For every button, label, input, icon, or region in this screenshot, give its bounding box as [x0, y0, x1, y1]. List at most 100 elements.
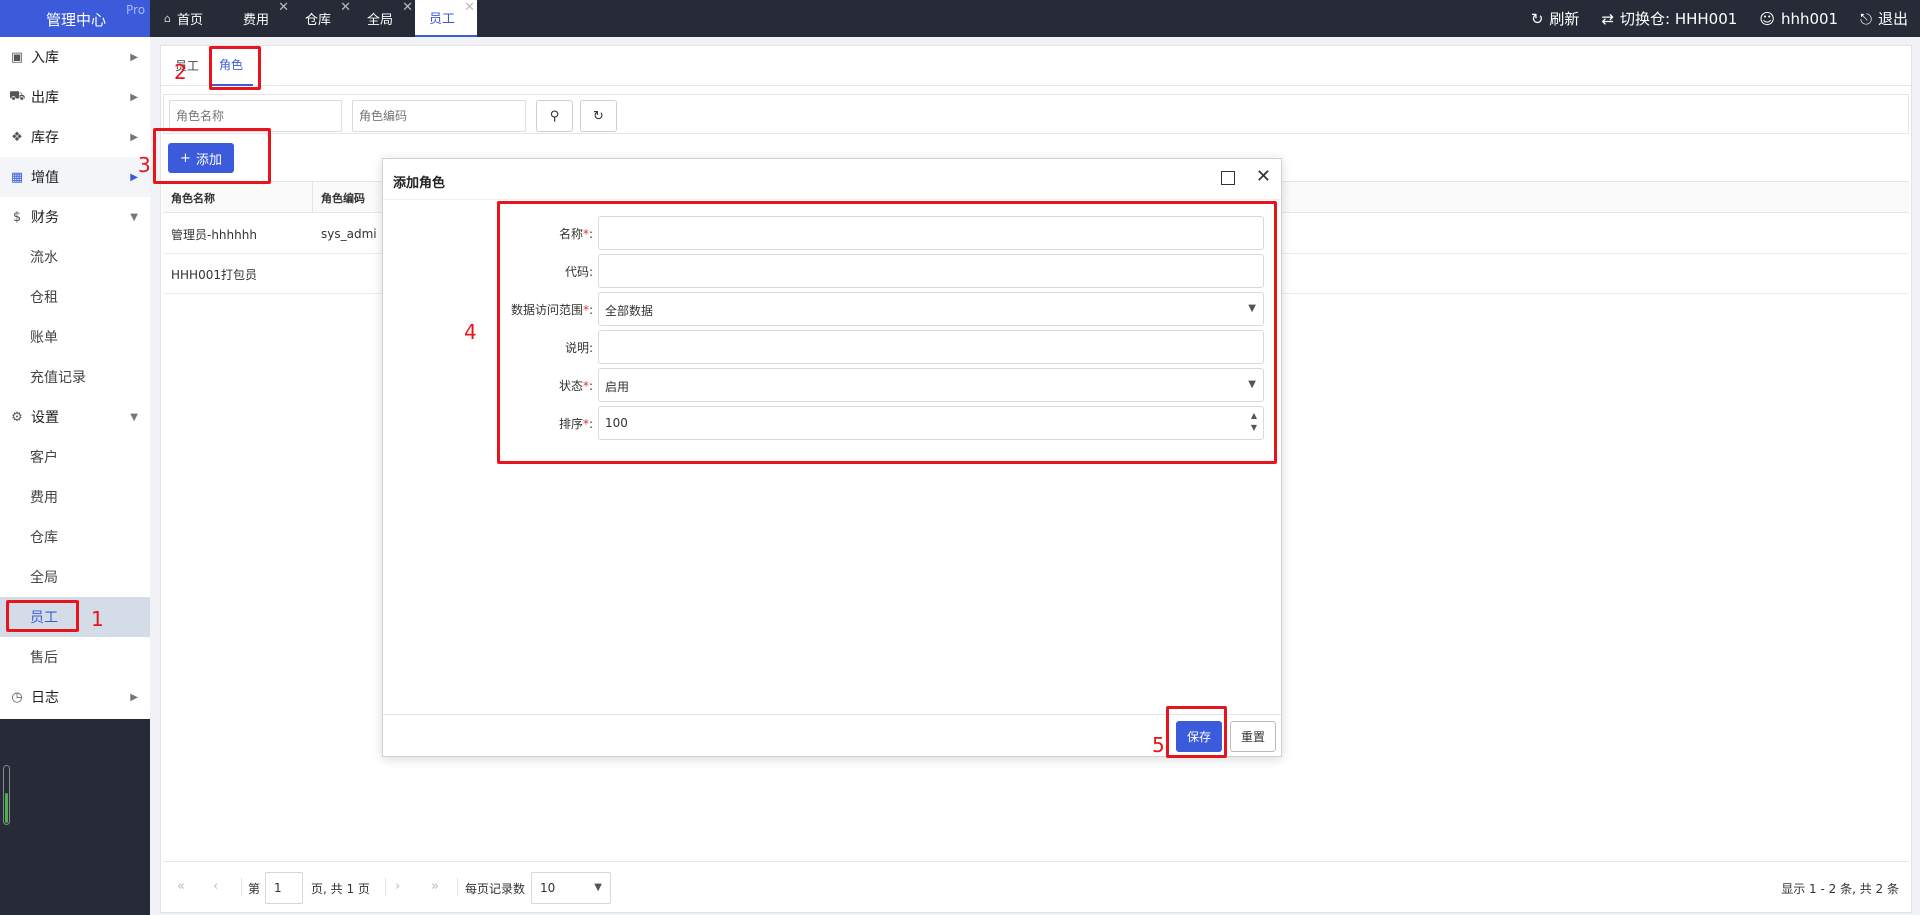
reset-button[interactable]: 重置 [1230, 721, 1276, 752]
boxes-icon: ❖ [11, 129, 23, 145]
top-bar: 管理中心 Pro ⌂ 首页 费用 ✕ 仓库 ✕ 全局 ✕ 员工 ✕ ↻ 刷新 ⇄ [0, 0, 1920, 37]
table-cell: HHH001打包员 [171, 267, 257, 282]
search-button[interactable]: ⚲ [536, 100, 573, 132]
sidebar-item-inbound[interactable]: ▣ 入库 ▶ [0, 37, 150, 77]
sidebar-item-label: 日志 [31, 690, 59, 706]
close-icon[interactable]: ✕ [1256, 166, 1271, 187]
sidebar-item-recharge[interactable]: 充值记录 [0, 357, 150, 397]
column-header-role-code[interactable]: 角色编码 [313, 182, 383, 213]
dialog-footer: 保存 重置 [383, 714, 1281, 757]
annotation-box [153, 128, 271, 184]
tab-label: 费用 [243, 13, 270, 28]
sidebar-item-fees[interactable]: 费用 [0, 477, 150, 517]
sidebar-item-label: 账单 [30, 330, 58, 346]
tab-home[interactable]: ⌂ 首页 [150, 0, 221, 37]
tab-label: 仓库 [305, 13, 332, 28]
chevron-right-icon: ▶ [130, 171, 138, 183]
tab-label: 首页 [176, 13, 203, 28]
sidebar-item-rent[interactable]: 仓租 [0, 277, 150, 317]
clock-icon: ◷ [11, 689, 23, 705]
tab-global[interactable]: 全局 ✕ [353, 0, 415, 37]
top-tabs: ⌂ 首页 费用 ✕ 仓库 ✕ 全局 ✕ 员工 ✕ [150, 0, 478, 37]
close-icon[interactable]: ✕ [464, 0, 475, 15]
close-icon[interactable]: ✕ [278, 0, 289, 15]
page-prefix: 第 [248, 882, 261, 896]
dollar-icon: $ [12, 209, 22, 225]
sidebar-item-label: 费用 [30, 490, 58, 506]
truck-icon: ⛟ [9, 88, 26, 104]
table-cell [313, 254, 321, 294]
sidebar-item-bills[interactable]: 账单 [0, 317, 150, 357]
chevron-right-icon: ▶ [130, 131, 138, 143]
sidebar-item-inventory[interactable]: ❖ 库存 ▶ [0, 117, 150, 157]
pagination: « ‹ 第 1 页, 共 1 页 › » 每页记录数 10 ▼ 显示 1 - 2… [163, 861, 1909, 911]
prev-page-icon[interactable]: ‹ [213, 879, 218, 894]
chevron-down-icon: ▼ [130, 411, 138, 423]
sidebar-item-settings[interactable]: ⚙ 设置 ▼ [0, 397, 150, 437]
last-page-icon[interactable]: » [431, 879, 439, 894]
sidebar-item-logs[interactable]: ◷ 日志 ▶ [0, 677, 150, 717]
top-actions: ↻ 刷新 ⇄ 切换仓: HHH001 ☺ hhh001 ⎋ 退出 [1509, 0, 1908, 37]
gears-icon: ⚙ [11, 409, 23, 425]
tab-staff-list[interactable]: 员工 [165, 46, 209, 86]
per-page-select[interactable]: 10 ▼ [531, 872, 611, 904]
close-icon[interactable]: ✕ [340, 0, 351, 15]
sidebar-item-finance[interactable]: $ 财务 ▼ [0, 197, 150, 237]
caret-down-icon: ▼ [594, 882, 602, 893]
swap-icon: ⇄ [1601, 9, 1615, 28]
sidebar-item-after-sales[interactable]: 售后 [0, 637, 150, 677]
sidebar-item-label: 出库 [31, 90, 59, 106]
switch-warehouse-button[interactable]: ⇄ 切换仓: HHH001 [1601, 8, 1737, 29]
sidebar-item-label: 充值记录 [30, 370, 86, 386]
annotation-label: 4 [464, 320, 477, 344]
sidebar-item-label: 设置 [31, 410, 59, 426]
refresh-icon: ↻ [593, 108, 604, 124]
sidebar: ▣ 入库 ▶ ⛟ 出库 ▶ ❖ 库存 ▶ ▦ 增值 ▶ $ 财务 ▼ 流水 仓租… [0, 37, 150, 915]
next-page-icon[interactable]: › [395, 879, 400, 894]
sidebar-item-ledger[interactable]: 流水 [0, 237, 150, 277]
filter-bar: ⚲ ↻ [163, 94, 1909, 134]
sidebar-item-warehouse[interactable]: 仓库 [0, 517, 150, 557]
logout-button[interactable]: ⎋ 退出 [1860, 8, 1908, 29]
tab-label: 全局 [367, 13, 394, 28]
tab-fees[interactable]: 费用 ✕ [221, 0, 291, 37]
sidebar-item-customers[interactable]: 客户 [0, 437, 150, 477]
first-page-icon[interactable]: « [177, 879, 185, 894]
sidebar-item-label: 库存 [31, 130, 59, 146]
table-cell: sys_admi [321, 227, 377, 241]
brand-badge: Pro [126, 3, 146, 17]
chevron-right-icon: ▶ [130, 91, 138, 103]
tab-staff[interactable]: 员工 ✕ [415, 0, 478, 37]
user-menu[interactable]: ☺ hhh001 [1759, 10, 1838, 28]
switch-warehouse-label: 切换仓: HHH001 [1620, 10, 1738, 28]
tab-label: 员工 [429, 12, 456, 27]
brand-title: 管理中心 [46, 11, 107, 29]
grid-icon: ▦ [10, 169, 24, 185]
sidebar-item-label: 仓租 [30, 290, 58, 306]
home-icon: ⌂ [164, 12, 171, 25]
volume-slider[interactable] [3, 765, 10, 825]
table-cell: 管理员-hhhhhh [171, 227, 257, 242]
column-header-role-name[interactable]: 角色名称 [163, 182, 313, 213]
dialog-header: 添加角色 ✕ [383, 159, 1281, 200]
sidebar-item-outbound[interactable]: ⛟ 出库 ▶ [0, 77, 150, 117]
reload-button[interactable]: ↻ [580, 100, 617, 132]
record-summary: 显示 1 - 2 条, 共 2 条 [1781, 882, 1899, 896]
brand[interactable]: 管理中心 Pro [0, 0, 150, 37]
annotation-box [497, 201, 1277, 464]
sidebar-item-value-added[interactable]: ▦ 增值 ▶ [0, 157, 150, 197]
role-code-input[interactable] [352, 100, 526, 132]
refresh-icon: ↻ [1530, 9, 1544, 28]
annotation-label: 5 [1152, 733, 1165, 757]
sub-tabs: 员工 角色 [161, 46, 1911, 86]
page-suffix: 页, 共 1 页 [311, 882, 370, 896]
tab-warehouse[interactable]: 仓库 ✕ [291, 0, 353, 37]
refresh-button[interactable]: ↻ 刷新 [1531, 8, 1580, 29]
chevron-right-icon: ▶ [130, 51, 138, 63]
close-icon[interactable]: ✕ [402, 0, 413, 15]
sidebar-item-label: 增值 [31, 170, 59, 186]
maximize-icon[interactable] [1221, 171, 1235, 185]
page-number-input[interactable]: 1 [265, 872, 303, 904]
sidebar-footer [0, 719, 150, 915]
sidebar-item-global[interactable]: 全局 [0, 557, 150, 597]
